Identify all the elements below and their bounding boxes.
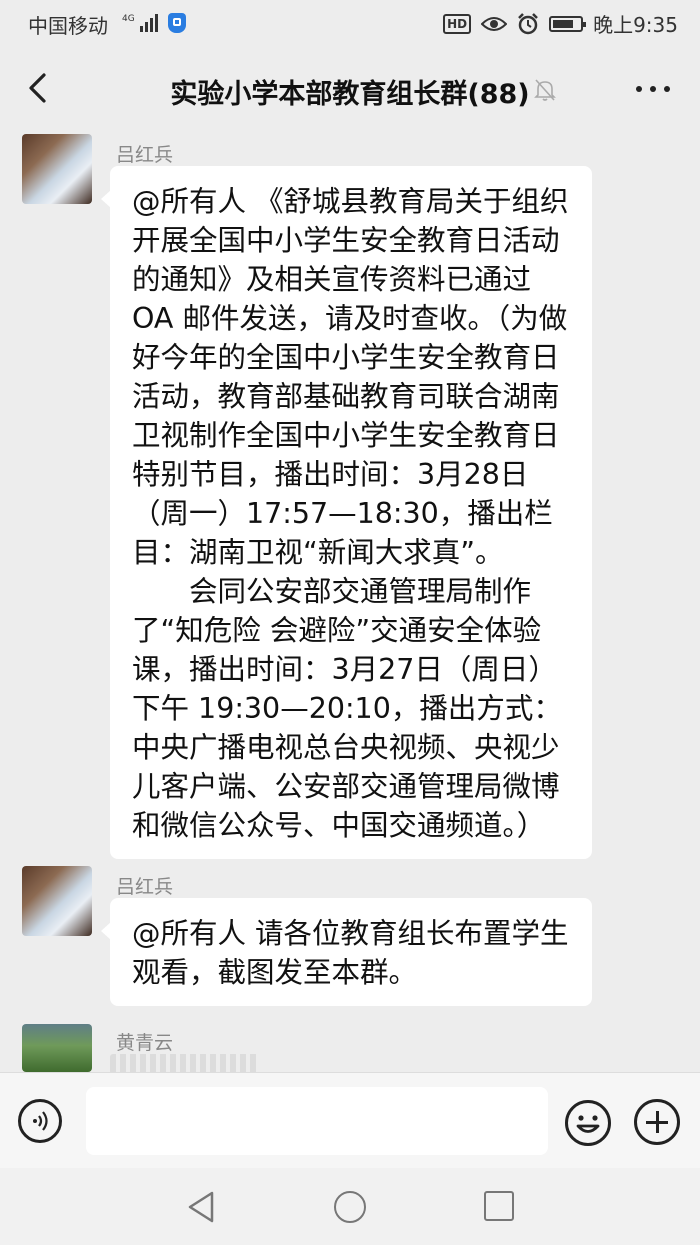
nav-back-icon[interactable] bbox=[186, 1190, 216, 1224]
system-nav-bar bbox=[0, 1168, 700, 1245]
nav-recents-icon[interactable] bbox=[484, 1191, 514, 1221]
alarm-icon bbox=[518, 12, 538, 34]
hd-icon: HD bbox=[443, 13, 472, 34]
signal-icon: 4G bbox=[122, 14, 158, 32]
partial-message-bubble bbox=[110, 1054, 260, 1074]
more-dots-icon[interactable] bbox=[636, 86, 670, 92]
avatar[interactable] bbox=[22, 866, 92, 936]
chat-header: 实验小学本部教育组长群(88) bbox=[0, 56, 700, 122]
battery-icon bbox=[549, 15, 587, 32]
chat-title: 实验小学本部教育组长群(88) bbox=[170, 79, 530, 110]
sender-name: 黄青云 bbox=[116, 1032, 174, 1054]
status-bar: 中国移动 4G HD 晚上9:35 bbox=[0, 0, 700, 48]
shield-icon bbox=[168, 13, 186, 33]
sender-name: 吕红兵 bbox=[116, 144, 174, 166]
eye-icon bbox=[481, 16, 508, 31]
clock-label: 晚上9:35 bbox=[593, 13, 678, 37]
input-bar bbox=[0, 1072, 700, 1169]
mute-bell-icon bbox=[534, 79, 556, 101]
message-bubble[interactable]: @所有人 《舒城县教育局关于组织开展全国中小学生安全教育日活动的通知》及相关宣传… bbox=[101, 166, 592, 859]
avatar[interactable] bbox=[22, 134, 92, 204]
sender-name: 吕红兵 bbox=[116, 876, 174, 898]
message-input[interactable] bbox=[86, 1087, 548, 1155]
message-text: 会同公安部交通管理局制作了“知危险 会避险”交通安全体验课，播出时间：3月27日… bbox=[132, 575, 562, 842]
emoji-icon[interactable] bbox=[564, 1099, 612, 1147]
voice-icon[interactable] bbox=[18, 1099, 62, 1143]
network-type-label: 4G bbox=[122, 14, 135, 24]
status-right: HD 晚上9:35 bbox=[443, 9, 678, 38]
message-bubble[interactable]: @所有人 请各位教育组长布置学生观看，截图发至本群。 bbox=[101, 898, 592, 1006]
nav-home-icon[interactable] bbox=[334, 1191, 366, 1223]
message-text: @所有人 《舒城县教育局关于组织开展全国中小学生安全教育日活动的通知》及相关宣传… bbox=[132, 185, 569, 569]
carrier-label: 中国移动 bbox=[28, 14, 108, 38]
avatar[interactable] bbox=[22, 1024, 92, 1072]
message-text: @所有人 请各位教育组长布置学生观看，截图发至本群。 bbox=[132, 917, 569, 989]
plus-icon[interactable] bbox=[634, 1099, 680, 1145]
